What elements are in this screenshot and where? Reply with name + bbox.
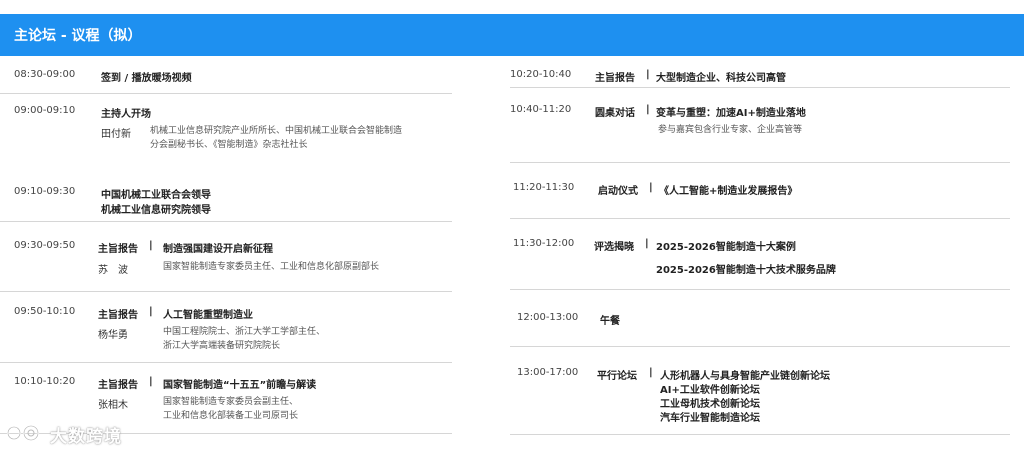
agenda-title: 2025-2026智能制造十大技术服务品牌	[656, 265, 836, 276]
agenda-header: 主论坛 - 议程（拟）	[0, 14, 1024, 56]
agenda-title: 汽车行业智能制造论坛	[660, 413, 760, 424]
guest-desc: 参与嘉宾包含行业专家、企业高管等	[658, 125, 803, 135]
separator: |	[649, 367, 653, 378]
agenda-title: 人工智能重塑制造业	[163, 310, 253, 321]
agenda-tag: 评选揭晓	[594, 242, 634, 253]
agenda-time: 11:20-11:30	[513, 182, 575, 193]
agenda-title: 制造强国建设开启新征程	[163, 244, 273, 255]
separator: |	[646, 69, 650, 80]
agenda-time: 12:00-13:00	[517, 312, 579, 323]
speaker-desc: 中国工程院院士、浙江大学工学部主任、	[163, 327, 326, 337]
agenda-tag: 主旨报告	[98, 310, 138, 321]
separator: |	[649, 182, 653, 193]
separator: |	[149, 376, 153, 387]
speaker-desc: 机械工业信息研究院产业所所长、中国机械工业联合会智能制造	[150, 126, 403, 136]
agenda-title: 国家智能制造“十五五”前瞻与解读	[163, 380, 317, 391]
agenda-time: 08:30-09:00	[14, 69, 76, 80]
agenda-tag: 圆桌对话	[595, 108, 635, 119]
agenda-row: 11:20-11:30 启动仪式 | 《人工智能+制造业发展报告》	[510, 163, 1010, 219]
speaker-desc: 工业和信息化部装备工业司原司长	[163, 411, 299, 421]
agenda-time: 10:20-10:40	[510, 69, 572, 80]
separator: |	[645, 238, 649, 249]
agenda-row: 13:00-17:00 平行论坛 | 人形机器人与具身智能产业链创新论坛 AI+…	[510, 347, 1010, 435]
speaker-name: 杨华勇	[98, 330, 128, 341]
agenda-title: 主持人开场	[101, 109, 151, 120]
agenda-tag: 平行论坛	[597, 371, 637, 382]
agenda-row: 09:30-09:50 主旨报告 | 制造强国建设开启新征程 苏 波 国家智能制…	[0, 222, 452, 292]
agenda-title: 签到 / 播放暖场视频	[101, 73, 192, 84]
watermark: 大数跨境	[6, 420, 136, 447]
separator: |	[646, 104, 650, 115]
agenda-row: 12:00-13:00 午餐	[510, 290, 1010, 347]
agenda-tag: 主旨报告	[98, 244, 138, 255]
speaker-name: 张相木	[98, 400, 128, 411]
agenda-row: 09:10-09:30 中国机械工业联合会领导 机械工业信息研究院领导	[0, 176, 452, 222]
speaker-desc: 国家智能制造专家委员会副主任、	[163, 397, 299, 407]
agenda-time: 11:30-12:00	[513, 238, 575, 249]
watermark-text: 大数跨境	[50, 427, 122, 447]
separator: |	[149, 306, 153, 317]
agenda-row: 08:30-09:00 签到 / 播放暖场视频	[0, 56, 452, 94]
agenda-title: 变革与重塑：加速AI+制造业落地	[656, 108, 806, 119]
agenda-title: 《人工智能+制造业发展报告》	[659, 186, 798, 197]
speaker-desc: 浙江大学高端装备研究院院长	[163, 341, 281, 351]
page-title: 主论坛 - 议程（拟）	[14, 28, 142, 44]
agenda-title: 大型制造企业、科技公司高管	[656, 73, 786, 84]
ok-hand-logo-icon	[6, 424, 40, 442]
agenda-title: AI+工业软件创新论坛	[660, 385, 760, 396]
agenda-time: 10:10-10:20	[14, 376, 76, 387]
speaker-name: 田付新	[101, 129, 131, 140]
agenda-row: 11:30-12:00 评选揭晓 | 2025-2026智能制造十大案例 202…	[510, 219, 1010, 290]
agenda-time: 09:30-09:50	[14, 240, 76, 251]
agenda-tag: 主旨报告	[98, 380, 138, 391]
agenda-tag: 主旨报告	[595, 73, 635, 84]
agenda-time: 09:10-09:30	[14, 186, 76, 197]
agenda-title: 2025-2026智能制造十大案例	[656, 242, 796, 253]
agenda-row: 10:40-11:20 圆桌对话 | 变革与重塑：加速AI+制造业落地 参与嘉宾…	[510, 88, 1010, 163]
separator: |	[149, 240, 153, 251]
speaker-desc: 分会副秘书长、《智能制造》杂志社社长	[150, 140, 308, 150]
agenda-time: 13:00-17:00	[517, 367, 579, 378]
agenda-row: 10:20-10:40 主旨报告 | 大型制造企业、科技公司高管	[510, 56, 1010, 88]
agenda-time: 09:50-10:10	[14, 306, 76, 317]
agenda-title: 机械工业信息研究院领导	[101, 205, 211, 216]
agenda-tag: 启动仪式	[598, 186, 638, 197]
agenda-title: 人形机器人与具身智能产业链创新论坛	[660, 371, 830, 382]
agenda-title: 中国机械工业联合会领导	[101, 190, 211, 201]
speaker-desc: 国家智能制造专家委员主任、工业和信息化部原副部长	[163, 262, 380, 272]
agenda-time: 10:40-11:20	[510, 104, 572, 115]
speaker-name: 苏 波	[98, 265, 128, 276]
agenda-title: 工业母机技术创新论坛	[660, 399, 760, 410]
agenda-time: 09:00-09:10	[14, 105, 76, 116]
agenda-row: 09:50-10:10 主旨报告 | 人工智能重塑制造业 杨华勇 中国工程院院士…	[0, 292, 452, 363]
agenda-title: 午餐	[600, 316, 620, 327]
